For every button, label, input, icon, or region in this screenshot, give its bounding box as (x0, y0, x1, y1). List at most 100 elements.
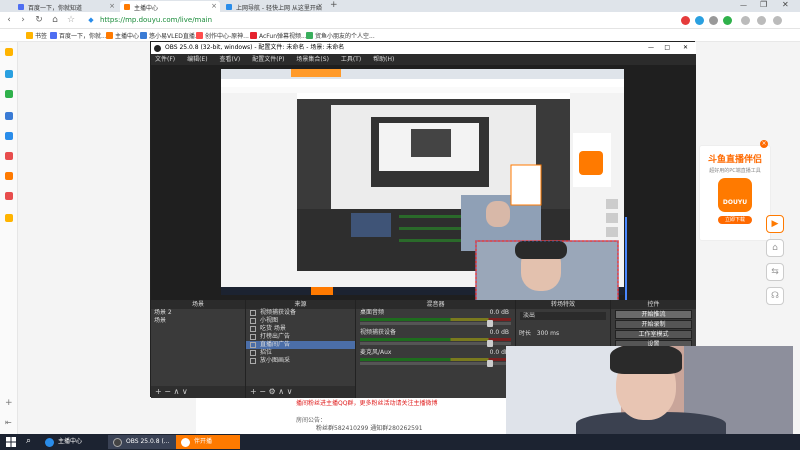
refresh-icon[interactable]: ↻ (34, 15, 44, 25)
bookmark-item[interactable]: 悠小易VLED直播... (140, 31, 201, 40)
up-icon[interactable]: ∧ (174, 387, 180, 396)
acfun-icon (250, 32, 257, 39)
gear-icon[interactable]: ⚙ (269, 387, 276, 396)
source-item[interactable]: 吃货 场景 (246, 325, 355, 333)
text-icon (250, 326, 256, 332)
close-icon[interactable]: × (317, 2, 323, 10)
search-icon[interactable]: ⌕ (26, 436, 31, 446)
transitions-title: 转场特效 (516, 300, 610, 309)
text-icon (250, 334, 256, 340)
browser-tab-active[interactable]: 主播中心 × (120, 1, 220, 12)
app-icon[interactable] (5, 192, 13, 200)
menu-scene-collection[interactable]: 场景集合(S) (296, 56, 329, 63)
collapse-icon[interactable]: ⇤ (5, 418, 12, 427)
duration-input[interactable]: 300 ms (537, 330, 559, 337)
close-window-icon[interactable]: ✕ (782, 0, 789, 9)
menu-edit[interactable]: 编辑(E) (187, 56, 207, 63)
home-icon[interactable]: ⌂ (50, 15, 60, 25)
ad-title: 斗鱼直播伴侣 (707, 155, 762, 165)
source-item[interactable]: 小视图 (246, 317, 355, 325)
play-icon[interactable]: ▶ (766, 215, 784, 233)
home-icon[interactable]: ⌂ (766, 239, 784, 257)
remove-icon[interactable]: − (164, 387, 171, 396)
taskbar-item[interactable]: 伴开播 (176, 435, 240, 449)
up-icon[interactable]: ∧ (278, 387, 284, 396)
scenes-toolbar: + − ∧ ∨ (151, 386, 245, 398)
menu-profile[interactable]: 配置文件(P) (252, 56, 284, 63)
menu-file[interactable]: 文件(F) (155, 56, 175, 63)
add-icon[interactable]: + (155, 387, 162, 396)
star-icon[interactable] (5, 48, 13, 56)
down-icon[interactable]: ∨ (287, 387, 293, 396)
chat-icon[interactable] (5, 90, 13, 98)
ad-panel[interactable]: 斗鱼直播伴侣 超好用的PC端直播工具 DOUYU 立即下载 × (699, 140, 771, 241)
close-icon[interactable]: ✕ (683, 42, 688, 54)
app-icon[interactable] (5, 70, 13, 78)
add-icon[interactable]: + (5, 398, 13, 408)
add-icon[interactable]: + (250, 387, 257, 396)
volume-slider[interactable] (360, 320, 511, 327)
notice-groups: 粉丝群582410299 通知群280262591 (316, 425, 423, 432)
close-icon[interactable]: × (109, 2, 115, 10)
taskbar-item-active[interactable]: OBS 25.0.8 (... (108, 435, 176, 449)
close-icon[interactable]: × (760, 140, 768, 148)
download-icon[interactable] (741, 16, 750, 25)
volume-slider[interactable] (360, 340, 511, 347)
down-icon[interactable]: ∨ (182, 387, 188, 396)
minimize-icon[interactable]: — (648, 42, 654, 54)
app-icon[interactable] (5, 112, 13, 120)
bookmark-item[interactable]: 主播中心 (106, 31, 139, 40)
windows-start-icon[interactable] (6, 437, 16, 447)
extension-icon[interactable] (695, 16, 704, 25)
menu-help[interactable]: 帮助(H) (373, 56, 394, 63)
back-icon[interactable]: ‹ (4, 15, 14, 25)
app-icon[interactable] (5, 152, 13, 160)
volume-slider[interactable] (360, 360, 511, 367)
source-item[interactable]: 打榜出广告 (246, 333, 355, 341)
scene-item[interactable]: 场景 2 (151, 309, 245, 317)
browser-tab[interactable]: 上网导航 - 轻快上网 从这里开始 × (222, 1, 326, 12)
source-item[interactable]: 视频捕获设备 (246, 309, 355, 317)
obs-icon (154, 45, 161, 52)
obs-preview[interactable] (151, 65, 696, 302)
extension-icon[interactable] (681, 16, 690, 25)
close-icon[interactable]: × (211, 2, 217, 10)
download-button[interactable]: 立即下载 (718, 216, 752, 224)
bookmark-item[interactable]: AcFun弹幕视频... (250, 31, 307, 40)
source-item[interactable]: 放小图画采 (246, 357, 355, 365)
bookmark-item[interactable]: 贸鱼小朋友的个人空... (306, 31, 375, 40)
start-streaming-button[interactable]: 开始推流 (615, 310, 692, 319)
remove-icon[interactable]: − (259, 387, 266, 396)
forward-icon[interactable]: › (18, 15, 28, 25)
start-recording-button[interactable]: 开始录制 (615, 320, 692, 329)
maximize-icon[interactable]: □ (664, 42, 670, 54)
cloud-icon[interactable] (5, 132, 13, 140)
menu-icon[interactable] (773, 16, 782, 25)
bookmark-item[interactable]: 书签 (26, 31, 47, 40)
app-icon[interactable] (5, 172, 13, 180)
url-input[interactable]: https://mp.douyu.com/live/main (100, 15, 660, 26)
new-tab-button[interactable]: + (330, 0, 338, 10)
settings-icon[interactable] (757, 16, 766, 25)
obs-window[interactable]: OBS 25.0.8 (32-bit, windows) - 配置文件: 未命名… (150, 41, 696, 398)
studio-mode-button[interactable]: 工作室模式 (615, 330, 692, 339)
bookmark-item[interactable]: 百度一下，你就... (50, 31, 107, 40)
taskbar-item[interactable]: 主播中心 (40, 435, 88, 449)
source-item[interactable]: 直播间广告 (246, 341, 355, 349)
browser-tab[interactable]: 百度一下，你就知道 × (14, 1, 118, 12)
extension-icon[interactable] (709, 16, 718, 25)
source-item[interactable]: 招位 (246, 349, 355, 357)
source-label: 直播间广告 (260, 341, 291, 348)
extension-icon[interactable] (723, 16, 732, 25)
scene-item[interactable]: 场景 (151, 317, 245, 325)
share-icon[interactable]: ⇆ (766, 263, 784, 281)
transition-select[interactable]: 淡出 (520, 312, 606, 320)
menu-view[interactable]: 查看(V) (219, 56, 240, 63)
star-icon[interactable]: ☆ (66, 15, 76, 25)
menu-tools[interactable]: 工具(T) (341, 56, 361, 63)
headset-icon[interactable]: ☊ (766, 287, 784, 305)
bookmark-item[interactable]: 创作中心-原神... (196, 31, 249, 40)
app-icon[interactable] (5, 214, 13, 222)
maximize-icon[interactable]: ❐ (760, 0, 767, 9)
minimize-icon[interactable]: — (740, 1, 747, 9)
